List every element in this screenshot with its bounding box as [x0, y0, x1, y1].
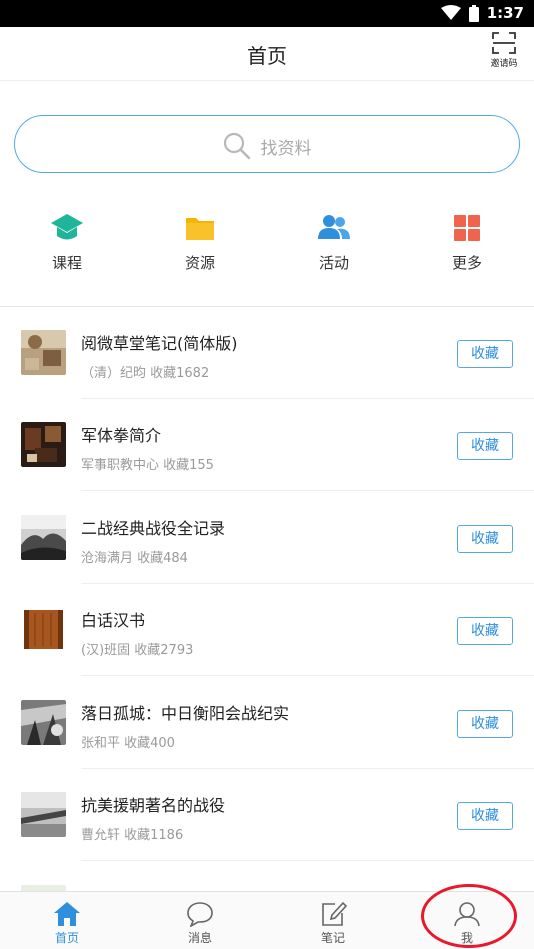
favorite-button[interactable]: 收藏 [457, 802, 513, 830]
book-cover-image [21, 607, 66, 652]
category-resources[interactable]: 资源 [155, 212, 245, 273]
search-placeholder: 找资料 [260, 138, 312, 159]
invite-code-label: 邀请码 [490, 59, 518, 69]
favorite-button[interactable]: 收藏 [457, 617, 513, 645]
resource-meta: (汉)班固 收藏2793 [81, 643, 194, 658]
row-divider [81, 860, 534, 861]
wifi-icon [440, 5, 461, 20]
favorite-button[interactable]: 收藏 [457, 710, 513, 738]
home-icon [54, 902, 80, 926]
category-label: 资源 [184, 254, 215, 272]
row-divider [81, 490, 534, 491]
status-icons: 1:37 [440, 4, 524, 22]
search-inner: 找资料 [15, 132, 519, 160]
favorite-button[interactable]: 收藏 [457, 432, 513, 460]
resource-title: 落日孤城：中日衡阳会战纪实 [81, 704, 290, 723]
battery-icon [468, 4, 479, 22]
resource-title: 抗美援朝著名的战役 [81, 796, 226, 815]
graduation-cap-icon [51, 214, 83, 240]
user-icon [454, 902, 480, 927]
list-item[interactable]: 白话汉书 (汉)班固 收藏2793 收藏 [0, 584, 534, 676]
resource-meta: 曹允轩 收藏1186 [81, 828, 184, 843]
list-item[interactable]: 落日孤城：中日衡阳会战纪实 张和平 收藏400 收藏 [0, 677, 534, 769]
grid-icon [454, 215, 480, 241]
resource-meta: 军事职教中心 收藏155 [81, 458, 214, 473]
nav-me[interactable]: 我 [427, 901, 507, 946]
resource-title: 白话汉书 [81, 611, 146, 630]
chat-bubble-icon [187, 902, 213, 927]
search-input[interactable]: 找资料 [14, 115, 520, 173]
category-label: 课程 [51, 254, 82, 272]
list-item[interactable]: 军体拳简介 军事职教中心 收藏155 收藏 [0, 399, 534, 491]
book-cover-image [21, 515, 66, 560]
category-label: 更多 [451, 254, 482, 272]
resource-meta: 沧海满月 收藏484 [81, 551, 188, 566]
resource-title: 军体拳简介 [81, 426, 162, 445]
resource-meta: 张和平 收藏400 [81, 736, 175, 751]
nav-home[interactable]: 首页 [27, 901, 107, 946]
category-activities[interactable]: 活动 [289, 212, 379, 273]
category-bar: 课程 资源 活动 更多 [0, 212, 534, 282]
row-divider [81, 675, 534, 676]
category-course[interactable]: 课程 [22, 212, 112, 273]
resource-title: 阅微草堂笔记(简体版) [81, 334, 238, 353]
category-label: 活动 [318, 254, 349, 272]
status-time: 1:37 [486, 4, 524, 22]
nav-notes[interactable]: 笔记 [293, 901, 373, 946]
book-cover-image [21, 792, 66, 837]
people-icon [318, 215, 350, 239]
list-item[interactable]: 抗美援朝著名的战役 曹允轩 收藏1186 收藏 [0, 769, 534, 861]
book-cover-image [21, 422, 66, 467]
folder-icon [186, 218, 214, 240]
favorite-button[interactable]: 收藏 [457, 525, 513, 553]
nav-label: 首页 [54, 931, 79, 945]
resource-meta: （清）纪昀 收藏1682 [81, 366, 210, 381]
search-icon [223, 132, 250, 160]
nav-label: 消息 [187, 931, 212, 945]
list-item[interactable]: 二战经典战役全记录 沧海满月 收藏484 收藏 [0, 492, 534, 584]
header: 首页 邀请码 [0, 27, 534, 81]
bottom-nav: 首页 消息 笔记 我 [0, 891, 534, 949]
book-cover-image [21, 330, 66, 375]
nav-messages[interactable]: 消息 [160, 901, 240, 946]
page-title: 首页 [247, 44, 287, 68]
scan-icon [492, 32, 516, 54]
book-cover-image [21, 700, 66, 745]
category-more[interactable]: 更多 [422, 212, 512, 273]
list-item[interactable]: 阅微草堂笔记(简体版) （清）纪昀 收藏1682 收藏 [0, 307, 534, 399]
favorite-button[interactable]: 收藏 [457, 340, 513, 368]
nav-label: 我 [460, 931, 473, 945]
status-bar: 1:37 [0, 0, 534, 27]
invite-code-button[interactable]: 邀请码 [484, 32, 524, 74]
edit-note-icon [322, 901, 347, 926]
nav-label: 笔记 [320, 931, 345, 945]
resource-title: 二战经典战役全记录 [81, 519, 226, 538]
